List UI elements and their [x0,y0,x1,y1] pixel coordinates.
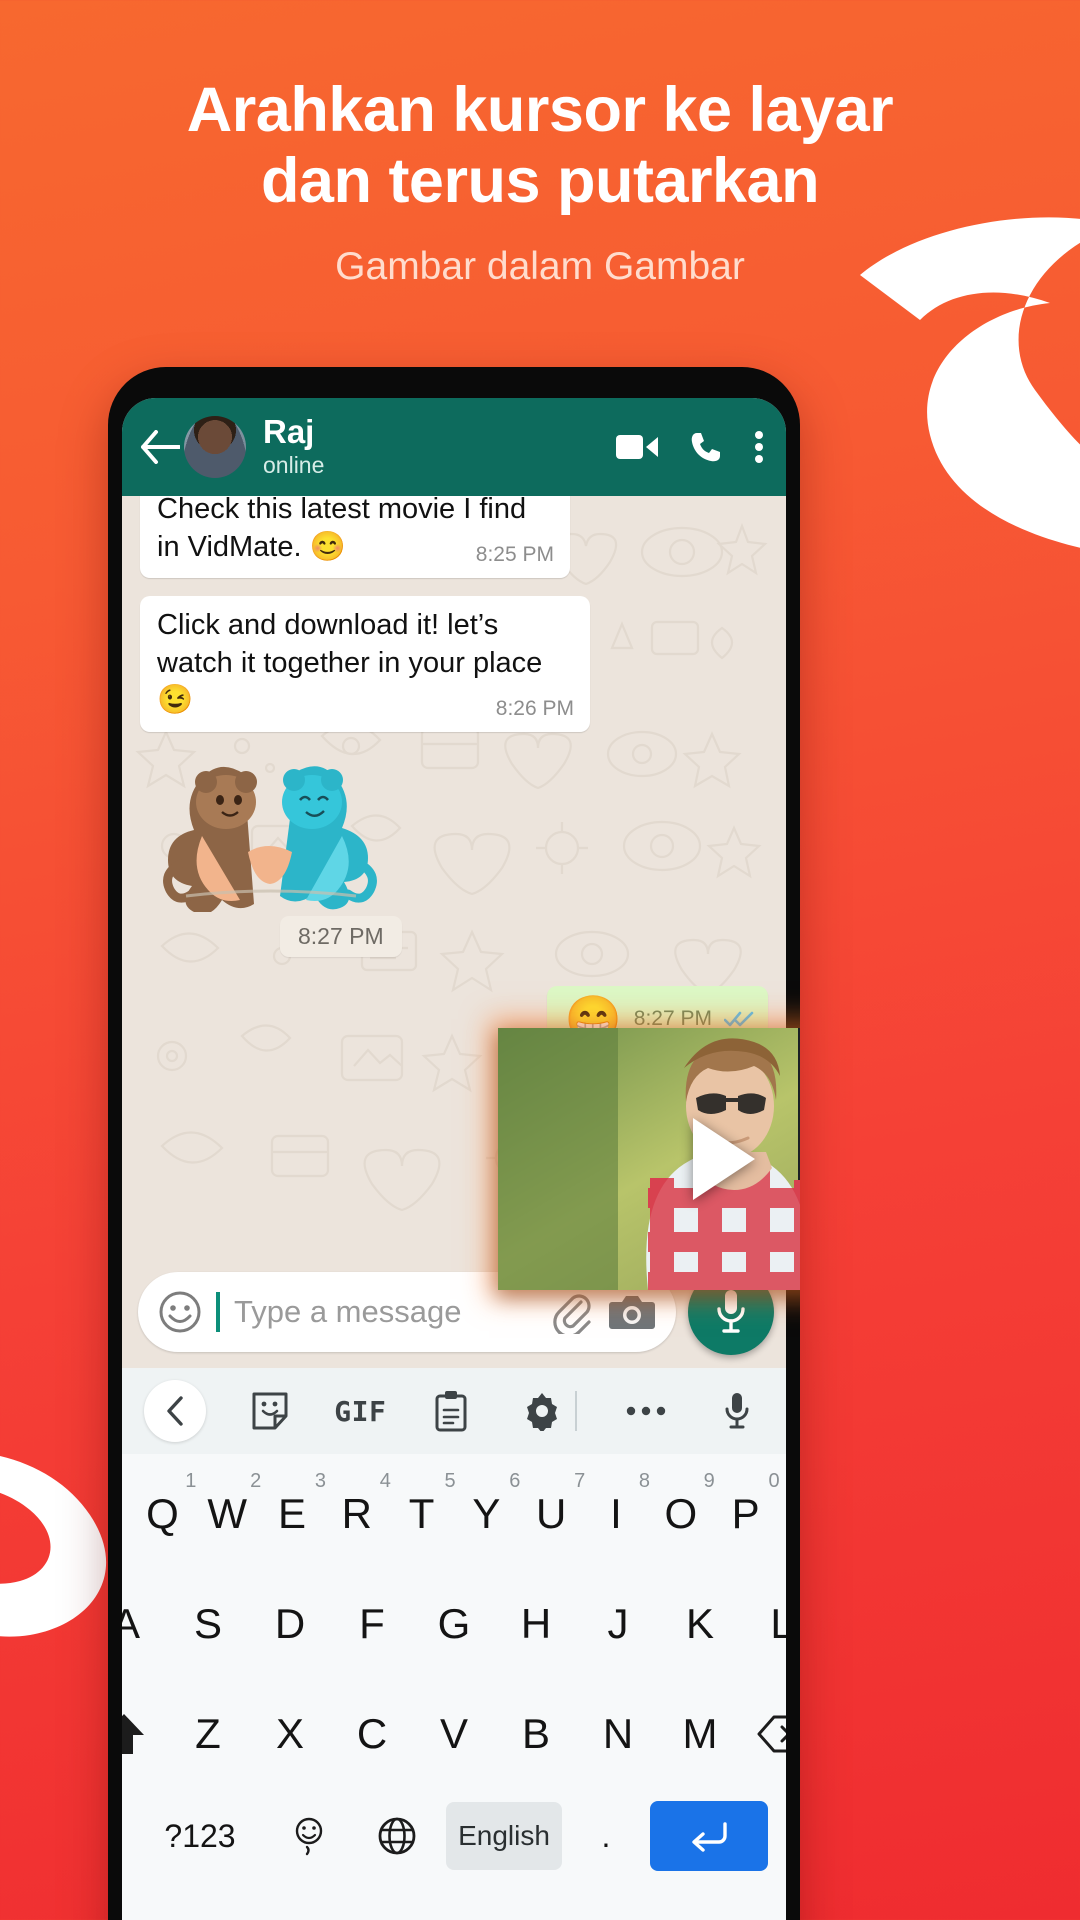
sticker-timestamp: 8:27 PM [280,916,402,957]
gif-icon[interactable]: GIF [333,1395,387,1428]
message-timestamp: 8:25 PM [475,543,554,567]
key-f[interactable]: F [339,1578,405,1670]
key-number: 0 [768,1470,780,1492]
sticker-hugging-monsters[interactable] [152,744,388,912]
emoji-icon[interactable] [158,1290,202,1334]
key-d[interactable]: D [257,1578,323,1670]
emoji-key[interactable] [270,1794,348,1878]
more-options-icon[interactable] [619,1405,673,1417]
key-l[interactable]: L [749,1578,786,1670]
key-n[interactable]: N [585,1688,651,1780]
on-screen-keyboard[interactable]: G I F 1 Q 2 W 3 E 4 R 5 T 6 Y 7 U 8 I 9 O … [122,1368,786,1920]
text-cursor [216,1292,220,1332]
key-label: E [278,1490,307,1537]
key-y[interactable]: 6Y [454,1468,520,1560]
gif-label: GIF [334,1394,387,1428]
promo-subtitle: Gambar dalam Gambar [335,245,745,288]
key-label: R [341,1490,372,1537]
key-label: U [536,1490,567,1537]
keyboard-toolbar: GIF [122,1368,786,1454]
phone-call-icon[interactable] [690,431,722,463]
avatar[interactable] [184,416,246,478]
key-e[interactable]: 3E [260,1468,326,1560]
message-input-placeholder: Type a message [234,1294,462,1329]
key-label: Q [146,1490,179,1537]
language-globe-icon[interactable] [358,1794,436,1878]
contact-status: online [263,452,325,479]
symbols-key[interactable]: ?123 [140,1794,260,1878]
key-b[interactable]: B [503,1688,569,1780]
key-label: T [408,1490,435,1537]
key-t[interactable]: 5T [389,1468,456,1560]
shift-icon[interactable] [122,1711,167,1757]
key-j[interactable]: J [585,1578,651,1670]
chat-actions [616,430,764,464]
camera-icon[interactable] [608,1291,656,1333]
message-bubble-incoming[interactable]: Check this latest movie I find in VidMat… [140,496,570,579]
period-key[interactable]: . [572,1794,640,1878]
backspace-icon[interactable] [741,1714,786,1754]
read-receipt-icon [724,1011,754,1027]
keyboard-row-3: Z X C V B N M [122,1688,786,1780]
back-chevron-icon[interactable] [144,1380,206,1442]
key-s[interactable]: S [175,1578,241,1670]
key-label: P [731,1490,760,1537]
key-k[interactable]: K [667,1578,733,1670]
key-g[interactable]: G [421,1578,487,1670]
video-call-icon[interactable] [616,432,658,462]
key-label: Y [472,1490,501,1537]
picture-in-picture-video[interactable] [498,1028,800,1290]
key-h[interactable]: H [503,1578,569,1670]
headline-line-2: dan terus putarkan [260,146,820,217]
message-bubble-incoming[interactable]: Click and download it! let’s watch it to… [140,596,590,733]
key-m[interactable]: M [667,1688,733,1780]
key-w[interactable]: 2W [195,1468,261,1560]
keyboard-row-4: ?123 English . [130,1794,778,1878]
enter-return-icon[interactable] [650,1801,768,1871]
headline-line-1: Arahkan kursor ke layar [186,75,894,145]
keyboard-row-1: 1Q 2W 3E 4R 5T 6Y 7U 8I 9O 0P [130,1468,780,1560]
attachment-clip-icon[interactable] [550,1290,594,1334]
chat-app-bar: Raj online [122,398,786,496]
sticker-icon[interactable] [243,1391,297,1431]
key-label: I [610,1490,622,1537]
message-text: Check this latest movie I find in VidMat… [157,496,527,563]
message-timestamp: 8:26 PM [495,696,574,720]
key-i[interactable]: 8I [584,1468,650,1560]
voice-input-icon[interactable] [710,1391,764,1431]
message-text: Click and download it! let’s watch it to… [157,609,543,717]
key-c[interactable]: C [339,1688,405,1780]
keyboard-keys: 1Q 2W 3E 4R 5T 6Y 7U 8I 9O 0P A S D F G [122,1454,786,1878]
key-p[interactable]: 0P [713,1468,780,1560]
key-x[interactable]: X [257,1688,323,1780]
overflow-menu-icon[interactable] [754,430,764,464]
phone-mockup: Raj online Check this latest movie I fin… [108,367,800,1920]
key-label: O [664,1490,698,1537]
back-arrow-icon[interactable] [138,425,182,469]
key-q[interactable]: 1Q [130,1468,196,1560]
key-z[interactable]: Z [175,1688,241,1780]
toolbar-divider [574,1391,577,1431]
keyboard-row-2: A S D F G H J K L [122,1578,786,1670]
key-a[interactable]: A [122,1578,159,1670]
space-key[interactable]: English [446,1802,562,1870]
play-icon[interactable] [693,1118,755,1200]
key-v[interactable]: V [421,1688,487,1780]
key-label: W [207,1490,248,1537]
key-r[interactable]: 4R [324,1468,391,1560]
contact-info[interactable]: Raj online [263,414,616,480]
microphone-icon [717,1290,745,1333]
settings-gear-icon[interactable] [515,1391,569,1431]
clipboard-icon[interactable] [424,1390,478,1432]
promo-headline: Arahkan kursor ke layar dan terus putark… [0,75,1080,217]
key-u[interactable]: 7U [519,1468,585,1560]
contact-name: Raj [263,412,315,450]
key-o[interactable]: 9O [648,1468,714,1560]
